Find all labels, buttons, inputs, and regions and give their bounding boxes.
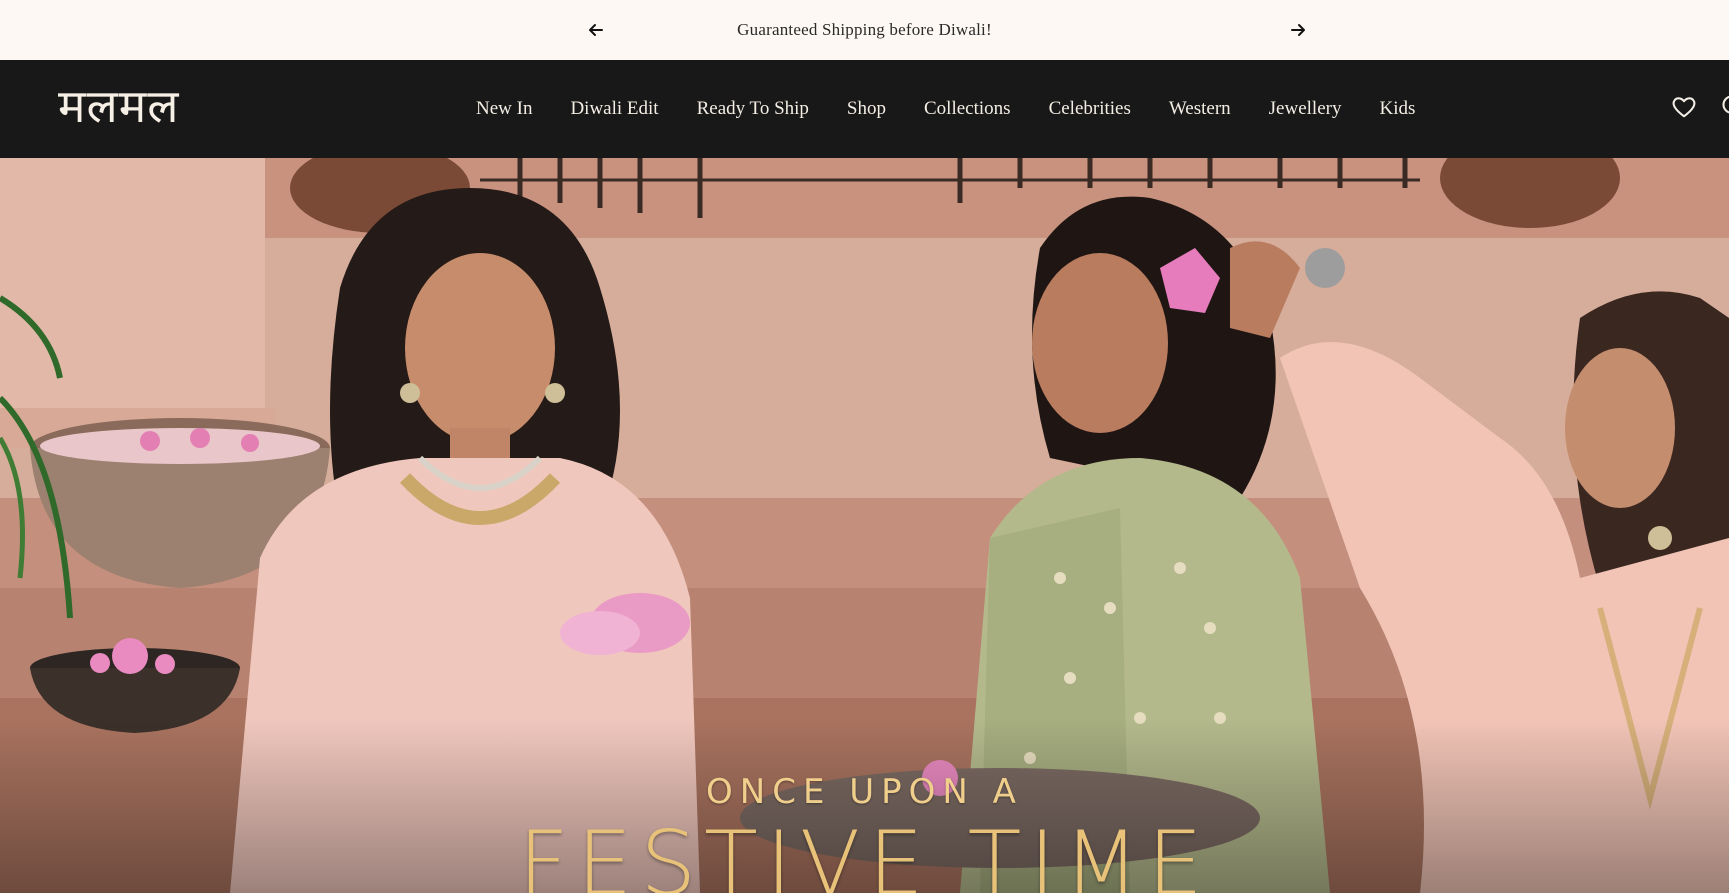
nav-item-shop[interactable]: Shop <box>847 98 886 120</box>
search-icon[interactable] <box>1720 93 1729 121</box>
main-nav: New In Diwali Edit Ready To Ship Shop Co… <box>476 60 1415 158</box>
nav-item-ready-to-ship[interactable]: Ready To Ship <box>697 98 809 120</box>
nav-item-new-in[interactable]: New In <box>476 98 532 120</box>
nav-item-jewellery[interactable]: Jewellery <box>1269 98 1342 120</box>
arrow-right-icon[interactable] <box>1286 18 1310 42</box>
nav-item-collections[interactable]: Collections <box>924 98 1011 120</box>
announcement-bar: Guaranteed Shipping before Diwali! <box>0 0 1729 60</box>
site-header: मलमल New In Diwali Edit Ready To Ship Sh… <box>0 60 1729 158</box>
nav-item-kids[interactable]: Kids <box>1379 98 1415 120</box>
hero-banner[interactable]: ONCE UPON A FESTIVE TIME <box>0 158 1729 893</box>
nav-item-diwali-edit[interactable]: Diwali Edit <box>570 98 658 120</box>
arrow-left-icon[interactable] <box>584 18 608 42</box>
brand-logo[interactable]: मलमल <box>58 76 179 136</box>
heart-icon[interactable] <box>1670 93 1698 121</box>
hero-title: FESTIVE TIME <box>518 812 1211 893</box>
nav-item-western[interactable]: Western <box>1169 98 1231 120</box>
header-icons <box>1670 93 1729 121</box>
hero-subtitle: ONCE UPON A <box>706 772 1023 812</box>
nav-item-celebrities[interactable]: Celebrities <box>1049 98 1131 120</box>
announcement-message: Guaranteed Shipping before Diwali! <box>737 20 992 39</box>
